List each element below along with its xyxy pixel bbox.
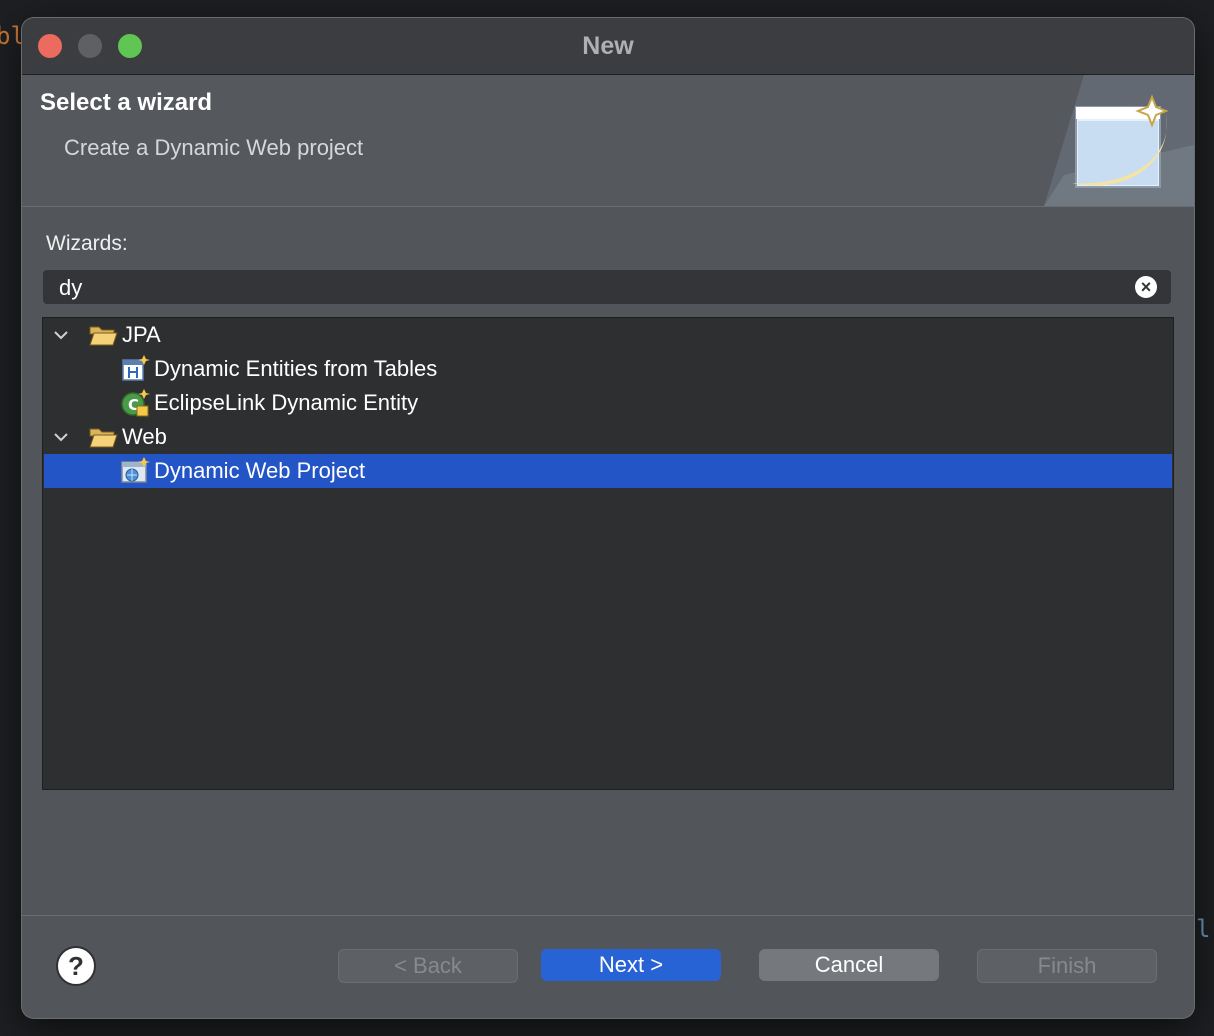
clear-icon[interactable]: ×: [1135, 276, 1157, 298]
wizard-filter-input[interactable]: dy ×: [43, 270, 1171, 304]
finish-button[interactable]: Finish: [977, 949, 1157, 983]
page-description: Create a Dynamic Web project: [64, 135, 364, 160]
tree-item-label: JPA: [122, 322, 161, 347]
new-wizard-dialog: New Select a wizard Create a Dynamic Web…: [22, 18, 1194, 1018]
cancel-button[interactable]: Cancel: [759, 949, 939, 981]
back-button[interactable]: < Back: [338, 949, 518, 983]
footer-divider: [22, 915, 1194, 916]
wizard-header: Select a wizard Create a Dynamic Web pro…: [22, 75, 1194, 207]
tree-item-label: Dynamic Entities from Tables: [154, 356, 438, 381]
tree-item-eclipselink-entity[interactable]: C EclipseLink Dynamic Entity: [44, 386, 1172, 420]
folder-open-icon: [89, 428, 118, 448]
background-code-right: l: [1196, 915, 1211, 943]
tree-item-web[interactable]: Web: [44, 420, 1172, 454]
filter-text[interactable]: dy: [59, 270, 82, 306]
window-title: New: [582, 32, 634, 60]
tree-item-label: Web: [122, 424, 167, 449]
page-title: Select a wizard: [40, 89, 213, 116]
tree-item-label: Dynamic Web Project: [154, 458, 366, 483]
web-project-wizard-icon: [121, 457, 150, 483]
chevron-down-icon[interactable]: [51, 427, 71, 447]
wizards-label: Wizards:: [46, 232, 128, 255]
tree-item-dynamic-web-project[interactable]: Dynamic Web Project: [44, 454, 1172, 488]
tree-item-dynamic-entities[interactable]: Dynamic Entities from Tables: [44, 352, 1172, 386]
chevron-down-icon[interactable]: [51, 325, 71, 345]
eclipselink-wizard-icon: C: [121, 389, 150, 417]
next-button[interactable]: Next >: [541, 949, 721, 981]
title-bar: New: [22, 18, 1194, 75]
wizard-tree[interactable]: JPA Dynamic Entities from Tables C Eclip…: [42, 317, 1174, 790]
entities-wizard-icon: [122, 355, 150, 381]
tree-item-label: EclipseLink Dynamic Entity: [154, 390, 419, 415]
new-wizard-banner-icon: [1044, 75, 1194, 206]
tree-item-jpa[interactable]: JPA: [44, 318, 1172, 352]
help-button[interactable]: ?: [56, 946, 96, 986]
folder-open-icon: [89, 326, 118, 346]
